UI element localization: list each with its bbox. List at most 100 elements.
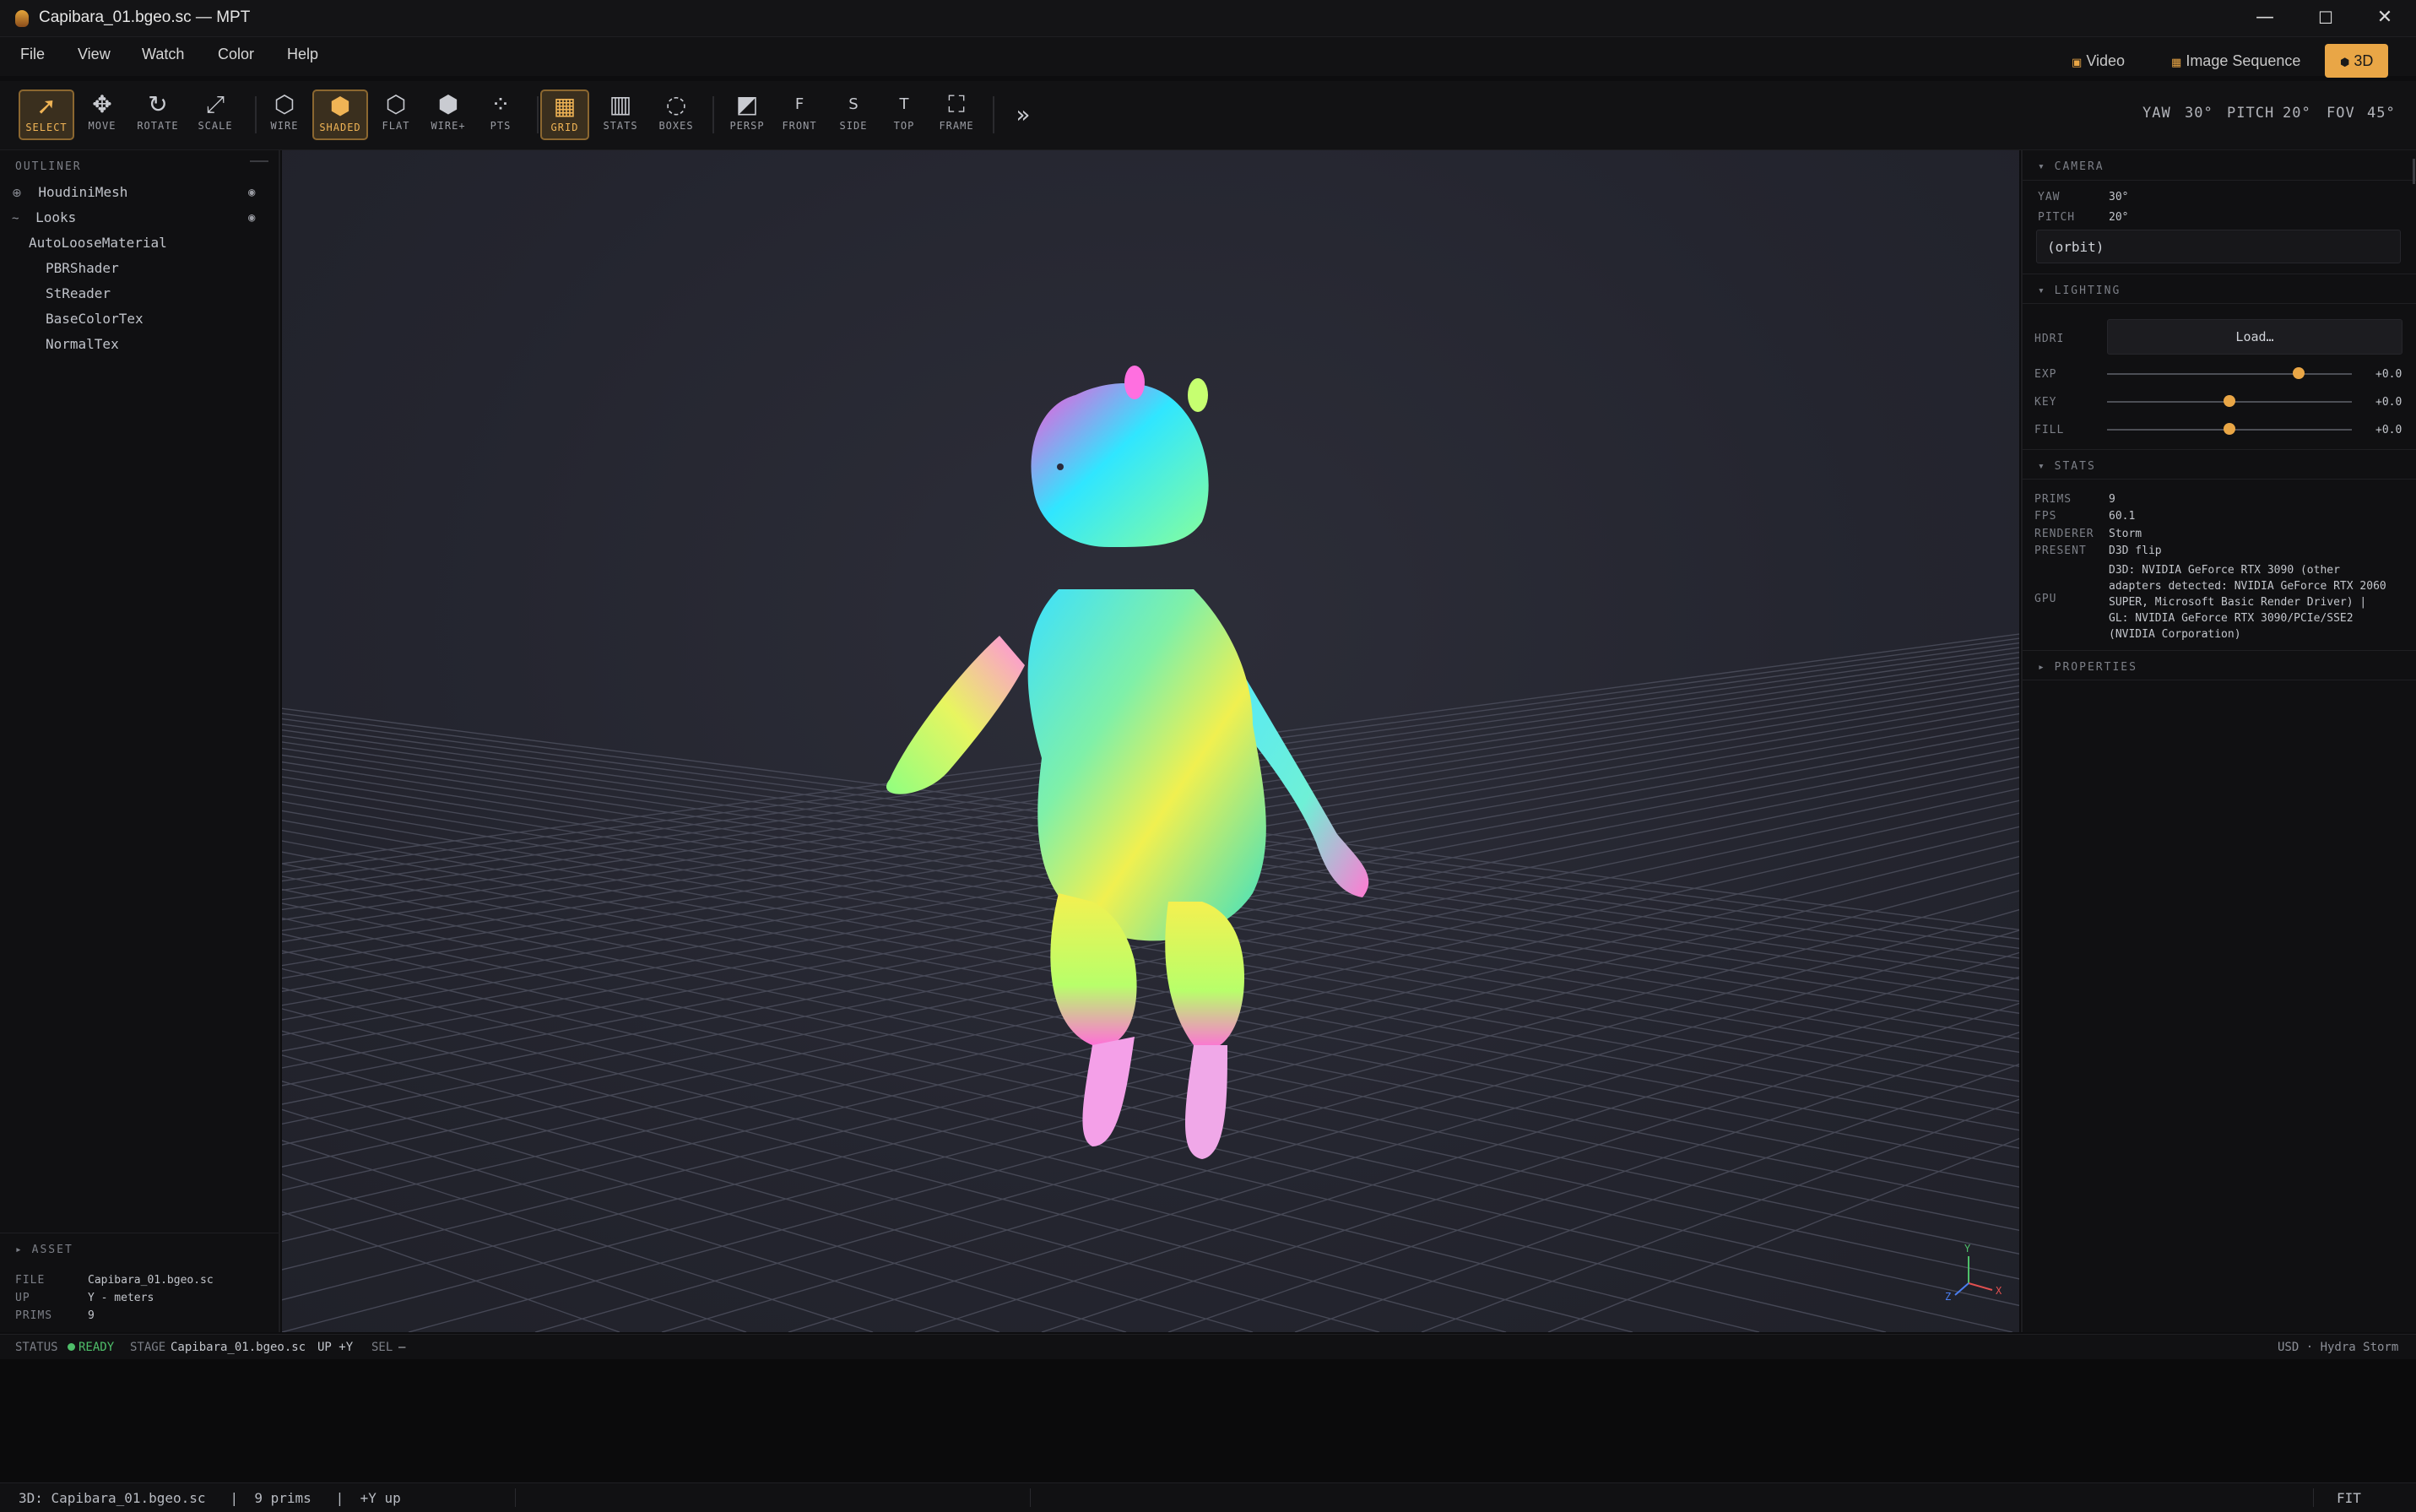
exp-label: EXP bbox=[2034, 368, 2057, 381]
pitch-readout-label: PITCH bbox=[2227, 105, 2275, 122]
stats-toggle-button[interactable]: ▥ STATS bbox=[593, 89, 648, 140]
grid-icon: ▦ bbox=[553, 92, 577, 120]
collapse-handle[interactable] bbox=[250, 160, 268, 171]
outliner-item-looks[interactable]: ~ Looks ◉ bbox=[12, 209, 274, 233]
cursor-icon: ➚ bbox=[36, 92, 57, 120]
outliner-item-pbrshader[interactable]: PBRShader bbox=[46, 260, 119, 276]
lighting-section-header[interactable]: ▾ LIGHTING bbox=[2023, 274, 2416, 304]
yaw-readout: 30° bbox=[2185, 105, 2213, 122]
outliner-item-houdinimesh[interactable]: ⊕ HoudiniMesh ◉ bbox=[12, 184, 274, 208]
shaded-shading-button[interactable]: ⬢ SHADED bbox=[312, 89, 368, 140]
points-icon: ⁘ bbox=[490, 90, 511, 118]
panel-scrollbar[interactable] bbox=[2413, 159, 2415, 184]
console-area[interactable] bbox=[0, 1359, 2416, 1482]
eye-icon[interactable]: ◉ bbox=[248, 186, 255, 199]
stats-present-key: PRESENT bbox=[2034, 545, 2087, 557]
footer-bar: 3D: Capibara_01.bgeo.sc | 9 prims | +Y u… bbox=[0, 1482, 2416, 1512]
select-tool-button[interactable]: ➚ SELECT bbox=[19, 89, 74, 140]
sel-label: SEL bbox=[371, 1341, 393, 1354]
status-ready: READY bbox=[64, 1341, 114, 1354]
grid-line bbox=[282, 967, 1760, 1332]
stats-renderer-key: RENDERER bbox=[2034, 528, 2094, 540]
menu-color[interactable]: Color bbox=[218, 46, 254, 63]
asset-prims-key: PRIMS bbox=[15, 1309, 53, 1322]
close-button[interactable]: ✕ bbox=[2355, 0, 2414, 37]
rotate-tool-button[interactable]: ↻ ROTATE bbox=[130, 89, 186, 140]
rotate-label: ROTATE bbox=[137, 120, 179, 132]
menu-view[interactable]: View bbox=[78, 46, 111, 63]
properties-title: PROPERTIES bbox=[2054, 661, 2137, 674]
status-value: READY bbox=[79, 1341, 115, 1354]
boxes-toggle-button[interactable]: ◌ BOXES bbox=[648, 89, 704, 140]
mode-image-sequence-button[interactable]: ▦ Image Sequence bbox=[2156, 44, 2316, 78]
key-slider-handle[interactable] bbox=[2224, 395, 2235, 407]
outliner-item-basecolortex[interactable]: BaseColorTex bbox=[46, 311, 144, 327]
outliner-item-normaltex[interactable]: NormalTex bbox=[46, 336, 119, 352]
gpu-line: (NVIDIA Corporation) bbox=[2109, 628, 2241, 641]
maximize-button[interactable]: ☐ bbox=[2296, 0, 2355, 37]
3d-viewport[interactable]: Y X Z bbox=[282, 150, 2019, 1332]
footer-info: 3D: Capibara_01.bgeo.sc | 9 prims | +Y u… bbox=[19, 1490, 401, 1506]
image-icon: ▦ bbox=[2171, 57, 2182, 69]
asset-up-key: UP bbox=[15, 1292, 30, 1304]
more-tools-button[interactable]: » bbox=[998, 89, 1048, 140]
persp-view-button[interactable]: ◩ PERSP bbox=[719, 89, 775, 140]
footer-divider bbox=[2313, 1488, 2314, 1507]
menu-file[interactable]: File bbox=[20, 46, 45, 63]
asset-panel: ▸ ASSET FILE Capibara_01.bgeo.sc UP Y - … bbox=[0, 1233, 280, 1332]
front-view-button[interactable]: F FRONT bbox=[772, 89, 827, 140]
viewport-canvas[interactable]: Y X Z bbox=[282, 150, 2019, 1332]
flat-shading-button[interactable]: ⬡ FLAT bbox=[368, 89, 424, 140]
wire-shading-button[interactable]: ⬡ WIRE bbox=[257, 89, 312, 140]
pts-label: PTS bbox=[490, 120, 512, 132]
gpu-line: GL: NVIDIA GeForce RTX 3090/PCIe/SSE2 bbox=[2109, 612, 2354, 625]
move-icon: ✥ bbox=[92, 90, 112, 118]
stats-section-header[interactable]: ▾ STATS bbox=[2023, 449, 2416, 480]
hdri-load-button[interactable]: Load… bbox=[2107, 319, 2402, 355]
gpu-line: SUPER, Microsoft Basic Render Driver) | bbox=[2109, 596, 2367, 609]
mode-3d-button[interactable]: ⬢ 3D bbox=[2325, 44, 2389, 78]
wire-plus-shading-button[interactable]: ⬢ WIRE+ bbox=[420, 89, 476, 140]
toolbar-separator bbox=[712, 96, 714, 133]
wireframe-cube-icon: ⬡ bbox=[274, 90, 295, 118]
fill-slider-handle[interactable] bbox=[2224, 423, 2235, 435]
mode-3d-label: 3D bbox=[2354, 52, 2374, 69]
outliner-panel: OUTLINER ⊕ HoudiniMesh ◉ ~ Looks ◉ AutoL… bbox=[0, 150, 280, 1233]
fov-readout-label: FOV bbox=[2327, 105, 2355, 122]
grid-label: GRID bbox=[550, 122, 579, 133]
move-tool-button[interactable]: ✥ MOVE bbox=[74, 89, 130, 140]
outliner-item-label: HoudiniMesh bbox=[38, 184, 128, 200]
axis-gizmo: Y X Z bbox=[1945, 1243, 2002, 1303]
properties-section-header[interactable]: ▸ PROPERTIES bbox=[2023, 650, 2416, 680]
camera-section-header[interactable]: ▾ CAMERA bbox=[2023, 150, 2416, 181]
outliner-item-autoloosematerial[interactable]: AutoLooseMaterial bbox=[29, 235, 167, 251]
wire-plus-icon: ⬢ bbox=[437, 90, 459, 118]
outliner-item-label: Looks bbox=[35, 209, 77, 225]
exp-slider-handle[interactable] bbox=[2293, 367, 2305, 379]
exp-slider[interactable] bbox=[2107, 373, 2352, 375]
front-view-icon: F bbox=[794, 95, 804, 113]
stats-fps-key: FPS bbox=[2034, 510, 2057, 523]
outliner-item-streader[interactable]: StReader bbox=[46, 285, 111, 301]
menu-help[interactable]: Help bbox=[287, 46, 318, 63]
side-view-button[interactable]: S SIDE bbox=[826, 89, 881, 140]
up-axis-value: UP +Y bbox=[317, 1341, 354, 1354]
minimize-button[interactable]: — bbox=[2235, 0, 2294, 37]
status-label: STATUS bbox=[15, 1341, 58, 1354]
grid-toggle-button[interactable]: ▦ GRID bbox=[540, 89, 589, 140]
fov-readout: 45° bbox=[2367, 105, 2396, 122]
menu-watch[interactable]: Watch bbox=[142, 46, 184, 63]
eye-icon[interactable]: ◉ bbox=[248, 211, 255, 225]
stats-renderer-value: Storm bbox=[2109, 528, 2142, 540]
flat-hex-icon: ⬡ bbox=[385, 90, 407, 118]
scale-tool-button[interactable]: ⤢ SCALE bbox=[187, 89, 243, 140]
points-shading-button[interactable]: ⁘ PTS bbox=[473, 89, 528, 140]
top-view-button[interactable]: T TOP bbox=[876, 89, 932, 140]
mode-video-button[interactable]: ▣ Video bbox=[2056, 44, 2140, 78]
lighting-title: LIGHTING bbox=[2054, 285, 2121, 297]
camera-mode-field[interactable]: (orbit) bbox=[2036, 230, 2401, 263]
frame-view-button[interactable]: ⛶ FRAME bbox=[929, 89, 984, 140]
fit-button[interactable]: FIT bbox=[2337, 1490, 2361, 1506]
persp-label: PERSP bbox=[729, 120, 765, 132]
front-label: FRONT bbox=[782, 120, 817, 132]
